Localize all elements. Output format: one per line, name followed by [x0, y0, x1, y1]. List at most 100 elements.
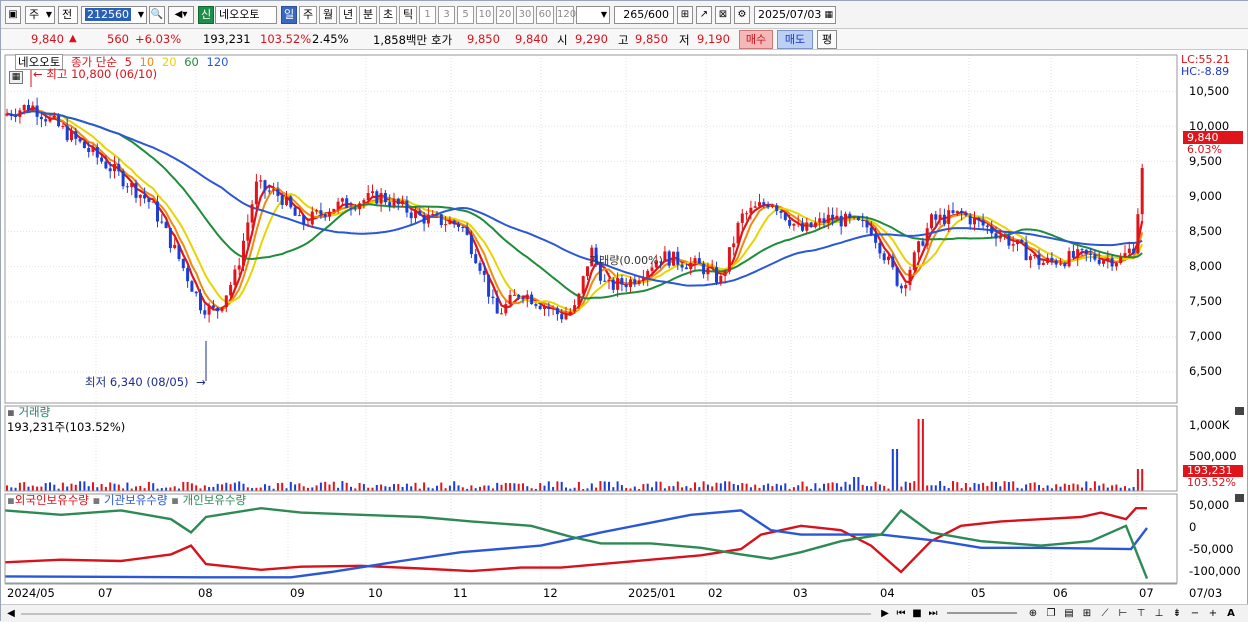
period-week[interactable]: 주 [299, 6, 317, 24]
candle [543, 307, 546, 310]
period-month[interactable]: 월 [319, 6, 337, 24]
candle [48, 117, 52, 122]
high-price: 9,850 [635, 32, 668, 46]
adj-type-button[interactable]: 전 [58, 6, 78, 24]
scroll-track[interactable] [21, 613, 871, 615]
candle [964, 213, 968, 216]
count-field[interactable]: 265/600 [614, 6, 674, 24]
chevron-down-icon: ▼ [137, 10, 144, 19]
volume-bar [139, 485, 142, 491]
candle [607, 279, 611, 282]
forward-icon[interactable]: ⏭ [927, 607, 939, 620]
candle [1007, 235, 1011, 246]
candle-type-icon[interactable]: ⊞ [677, 6, 693, 24]
volume-bar [1072, 483, 1075, 491]
period-minute[interactable]: 분 [359, 6, 377, 24]
volume-bar [113, 483, 116, 491]
draw-line-icon[interactable]: ⟋ [1097, 607, 1113, 620]
volume-bar [771, 486, 774, 491]
x-axis-label: 2025/01 [628, 586, 676, 600]
pane-close-icon[interactable] [1235, 407, 1244, 415]
zoom-in-icon[interactable]: ⊕ [1025, 607, 1041, 620]
candle [581, 276, 585, 294]
buy-button[interactable]: 매수 [739, 30, 773, 49]
eval-button[interactable]: 평 [817, 30, 837, 49]
candle [1119, 257, 1123, 264]
period-year[interactable]: 년 [339, 6, 357, 24]
candle [117, 164, 121, 172]
overlay-icon[interactable]: ⊞ [1079, 607, 1095, 620]
search-icon[interactable]: 🔍 [149, 6, 165, 24]
date-field[interactable]: 2025/07/03 ▦ [754, 6, 836, 24]
interval-1[interactable]: 1 [419, 6, 436, 24]
candle [564, 314, 568, 320]
volume-bar [917, 419, 920, 491]
zoom-slider[interactable] [947, 612, 1017, 614]
candle [375, 191, 379, 204]
draw-tool-icon[interactable]: ⊢ [1115, 607, 1131, 620]
candle [276, 189, 280, 196]
interval-120[interactable]: 120 [556, 6, 576, 24]
compare-icon[interactable]: ⊠ [715, 6, 731, 24]
volume-bar [436, 485, 438, 491]
chart-canvas[interactable] [1, 51, 1248, 604]
indicator-icon[interactable]: ↗ [696, 6, 712, 24]
stock-code-input[interactable]: 212560 ▼ [81, 6, 147, 24]
pane-close-icon[interactable] [1235, 494, 1244, 502]
market-type-select[interactable]: 주 ▼ [25, 6, 55, 24]
volume-bar [23, 482, 26, 491]
copy-icon[interactable]: ❐ [1043, 607, 1059, 620]
window-menu-icon[interactable]: ▣ [5, 6, 21, 24]
candle [629, 279, 632, 288]
candle [500, 313, 503, 315]
minus-icon[interactable]: − [1187, 607, 1203, 620]
rewind-icon[interactable]: ⏮ [895, 607, 907, 620]
ma-line-10 [6, 109, 1144, 314]
candle [1089, 253, 1093, 255]
candle [736, 222, 740, 244]
candle [899, 285, 903, 289]
measure-icon[interactable]: ⇟ [1169, 607, 1185, 620]
candle [998, 236, 1002, 239]
candle [1076, 249, 1080, 258]
gear-icon[interactable]: ⚙ [734, 6, 750, 24]
candle [439, 214, 443, 225]
interval-5[interactable]: 5 [457, 6, 474, 24]
stock-name-field[interactable]: 네오오토 [215, 6, 277, 24]
candle [396, 198, 400, 205]
scroll-left-icon[interactable]: ◀ [5, 607, 17, 620]
save-icon[interactable]: ▤ [1061, 607, 1077, 620]
candle [95, 147, 99, 158]
interval-20[interactable]: 20 [496, 6, 514, 24]
draw-tool-icon[interactable]: ⊥ [1151, 607, 1167, 620]
period-day[interactable]: 일 [281, 6, 297, 24]
stop-icon[interactable]: ■ [911, 607, 923, 620]
candle [168, 227, 172, 249]
interval-60[interactable]: 60 [536, 6, 554, 24]
bid-label: 호가 [431, 33, 453, 47]
candle [942, 214, 946, 225]
scroll-right-icon[interactable]: ▶ [879, 607, 891, 620]
volume-bar [577, 481, 580, 491]
interval-3[interactable]: 3 [438, 6, 455, 24]
speaker-icon[interactable]: ◀▾ [168, 6, 194, 24]
custom-interval-select[interactable]: ▼ [576, 6, 610, 24]
candle [211, 305, 215, 308]
calendar-icon[interactable]: ▦ [824, 7, 833, 23]
x-axis-label: 05 [971, 586, 986, 600]
x-axis-label: 06 [1053, 586, 1068, 600]
plus-icon[interactable]: + [1205, 607, 1221, 620]
candle [775, 205, 779, 212]
period-tick[interactable]: 틱 [399, 6, 417, 24]
interval-10[interactable]: 10 [476, 6, 494, 24]
candle [289, 196, 293, 208]
text-tool-icon[interactable]: A [1223, 607, 1239, 620]
sell-button[interactable]: 매도 [777, 30, 813, 49]
period-second[interactable]: 초 [379, 6, 397, 24]
fibonacci-icon[interactable]: ⊤ [1133, 607, 1149, 620]
volume-bar [393, 484, 395, 491]
interval-30[interactable]: 30 [516, 6, 534, 24]
grid-toggle-icon[interactable]: ▦ [9, 71, 23, 84]
chart-area[interactable]: 네오오토 종가 단순 5 10 20 60 120 ▦ ← 최고 10,800 … [1, 51, 1248, 604]
candle [173, 244, 177, 249]
